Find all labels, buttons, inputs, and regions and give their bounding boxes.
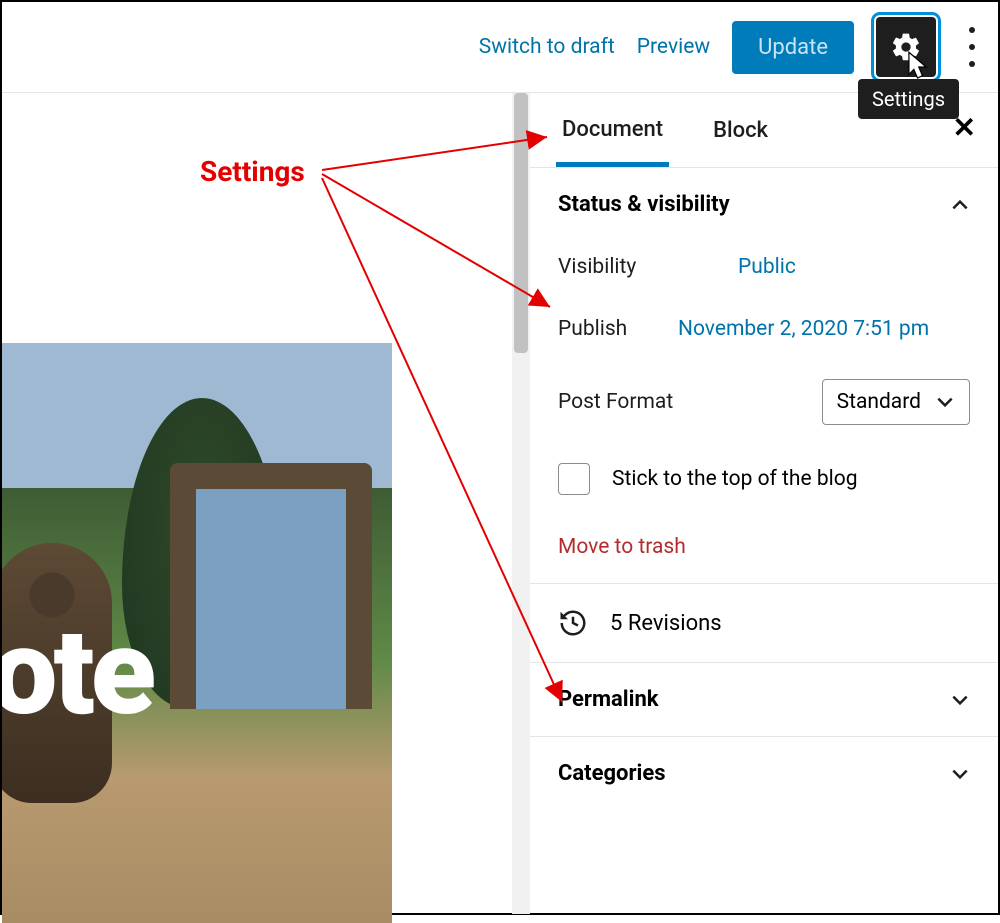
visibility-row: Visibility Public	[558, 255, 970, 279]
featured-image[interactable]: ote	[2, 343, 392, 923]
panel-status-visibility: Status & visibility Visibility Public Pu…	[530, 168, 998, 584]
revisions-text: 5 Revisions	[610, 611, 722, 636]
visibility-value[interactable]: Public	[738, 255, 796, 279]
more-options-button[interactable]	[958, 23, 986, 71]
post-format-label: Post Format	[558, 390, 738, 414]
post-format-row: Post Format Standard	[558, 379, 970, 425]
stick-top-label: Stick to the top of the blog	[612, 467, 858, 491]
chevron-down-icon	[950, 690, 970, 710]
panel-categories[interactable]: Categories	[530, 737, 998, 810]
chevron-down-icon	[950, 764, 970, 784]
update-button[interactable]: Update	[732, 21, 854, 74]
editor-toolbar: Switch to draft Preview Update Settings	[2, 2, 998, 93]
close-sidebar-button[interactable]: ✕	[953, 111, 976, 144]
scrollbar-thumb[interactable]	[514, 93, 528, 353]
panel-permalink[interactable]: Permalink	[530, 663, 998, 737]
post-format-select[interactable]: Standard	[822, 379, 970, 425]
panel-status-title: Status & visibility	[558, 192, 730, 217]
switch-to-draft-link[interactable]: Switch to draft	[479, 35, 615, 59]
tab-block[interactable]: Block	[707, 118, 774, 143]
chevron-down-icon	[935, 392, 955, 412]
editor-body: ote Document Block ✕ Status & visibility…	[2, 93, 998, 914]
stick-top-row[interactable]: Stick to the top of the blog	[558, 463, 970, 495]
stick-top-checkbox[interactable]	[558, 463, 590, 495]
categories-title: Categories	[558, 761, 666, 786]
tab-document[interactable]: Document	[556, 117, 669, 167]
visibility-label: Visibility	[558, 255, 738, 279]
editor-canvas: ote	[2, 93, 512, 914]
panel-status-header[interactable]: Status & visibility	[558, 192, 970, 217]
history-icon	[558, 608, 588, 638]
publish-label: Publish	[558, 317, 678, 341]
chevron-up-icon	[950, 195, 970, 215]
move-to-trash-link[interactable]: Move to trash	[558, 535, 686, 559]
publish-value[interactable]: November 2, 2020 7:51 pm	[678, 317, 929, 341]
panel-revisions[interactable]: 5 Revisions	[530, 584, 998, 663]
settings-button[interactable]: Settings	[876, 17, 936, 77]
sidebar-scrollbar[interactable]	[512, 93, 530, 914]
painting-ruin	[170, 463, 372, 709]
sidebar-tabs: Document Block ✕	[530, 93, 998, 168]
settings-sidebar: Document Block ✕ Status & visibility Vis…	[530, 93, 998, 914]
title-fragment: ote	[2, 603, 152, 743]
post-format-value: Standard	[837, 390, 921, 414]
permalink-title: Permalink	[558, 687, 659, 712]
publish-row: Publish November 2, 2020 7:51 pm	[558, 317, 970, 341]
preview-link[interactable]: Preview	[637, 35, 710, 59]
